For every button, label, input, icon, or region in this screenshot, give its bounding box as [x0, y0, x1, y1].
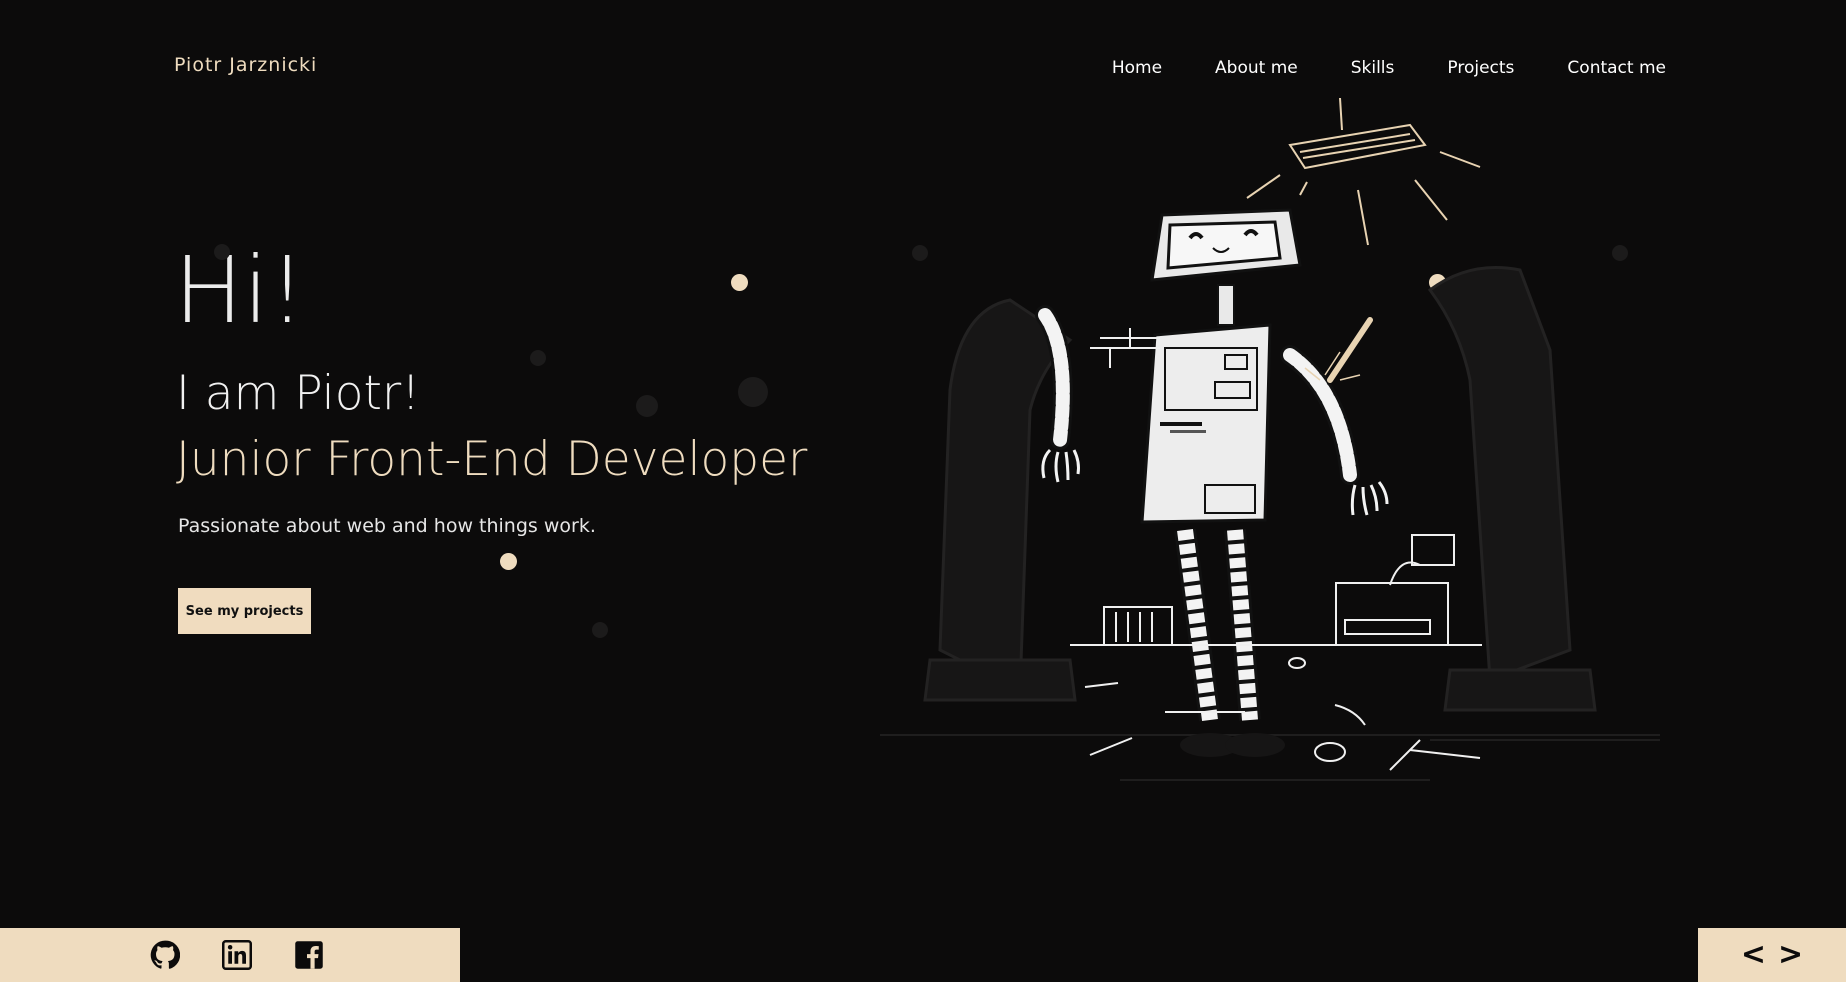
see-projects-button[interactable]: See my projects: [178, 588, 311, 634]
slider-controls: < >: [1698, 928, 1846, 982]
github-icon[interactable]: [150, 940, 181, 970]
decor-dot: [214, 244, 230, 260]
decor-dot: [636, 395, 658, 417]
decor-dot: [530, 350, 546, 366]
decor-dot: [592, 622, 608, 638]
decor-dot: [738, 377, 768, 407]
linkedin-icon[interactable]: [222, 940, 252, 970]
hero-tagline: Passionate about web and how things work…: [178, 515, 596, 537]
nav-projects[interactable]: Projects: [1447, 58, 1514, 78]
hero-role: Junior Front-End Developer: [176, 432, 808, 487]
decor-dot: [500, 553, 517, 570]
nav-home[interactable]: Home: [1112, 58, 1162, 78]
next-arrow-button[interactable]: >: [1778, 940, 1803, 970]
hero-name: I am Piotr!: [176, 366, 421, 421]
decor-dot: [731, 274, 748, 291]
robot-illustration: [880, 97, 1660, 781]
site-logo[interactable]: Piotr Jarznicki: [174, 54, 317, 76]
social-links: [0, 928, 460, 982]
nav-skills[interactable]: Skills: [1351, 58, 1395, 78]
hero-greeting: Hi!: [174, 237, 306, 344]
nav-about-me[interactable]: About me: [1215, 58, 1298, 78]
facebook-icon[interactable]: [294, 940, 324, 970]
main-nav: Home About me Skills Projects Contact me: [1112, 58, 1666, 78]
nav-contact-me[interactable]: Contact me: [1567, 58, 1666, 78]
prev-arrow-button[interactable]: <: [1741, 940, 1766, 970]
